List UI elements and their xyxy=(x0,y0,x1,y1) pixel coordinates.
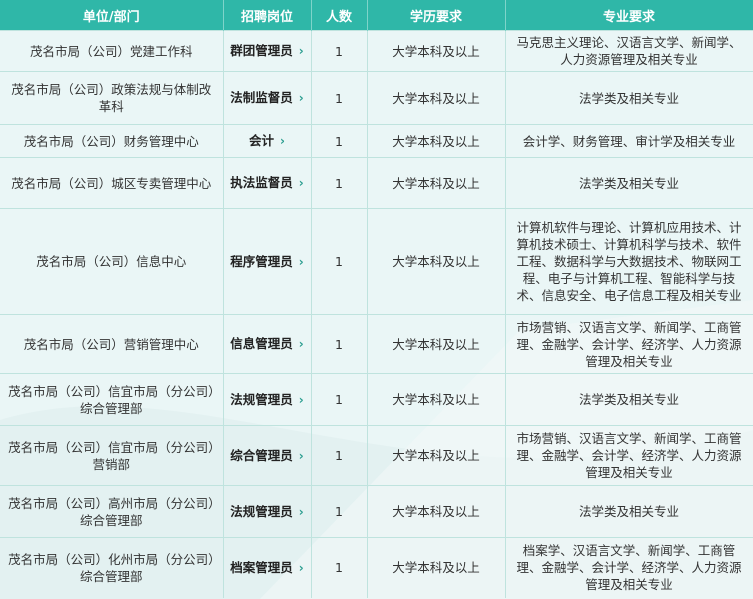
post-label: 会计 xyxy=(249,133,275,148)
cell-count: 1 xyxy=(311,314,368,374)
cell-major: 马克思主义理论、汉语言文学、新闻学、人力资源管理及相关专业 xyxy=(505,30,753,72)
table-header-row: 单位/部门 招聘岗位 人数 学历要求 专业要求 xyxy=(0,0,753,31)
cell-major: 法学类及相关专业 xyxy=(505,71,753,125)
cell-count: 1 xyxy=(311,537,368,598)
cell-unit: 茂名市局（公司）党建工作科 xyxy=(0,30,224,72)
cell-post[interactable]: 程序管理员 › xyxy=(223,208,312,315)
chevron-right-icon: › xyxy=(280,134,285,148)
cell-unit: 茂名市局（公司）高州市局（分公司）综合管理部 xyxy=(0,485,224,538)
header-education: 学历要求 xyxy=(367,0,506,31)
cell-major: 市场营销、汉语言文学、新闻学、工商管理、金融学、会计学、经济学、人力资源管理及相… xyxy=(505,425,753,486)
header-count: 人数 xyxy=(311,0,368,31)
cell-count: 1 xyxy=(311,208,368,315)
post-label: 群团管理员 xyxy=(230,43,293,58)
table-row: 茂名市局（公司）信宜市局（分公司）营销部 综合管理员 › 1 大学本科及以上 市场… xyxy=(0,425,753,486)
cell-unit: 茂名市局（公司）营销管理中心 xyxy=(0,314,224,374)
chevron-right-icon: › xyxy=(298,560,304,575)
cell-education: 大学本科及以上 xyxy=(367,425,506,486)
cell-major: 市场营销、汉语言文学、新闻学、工商管理、金融学、会计学、经济学、人力资源管理及相… xyxy=(505,314,753,374)
post-label: 程序管理员 xyxy=(230,253,293,269)
cell-count: 1 xyxy=(311,30,368,72)
cell-post[interactable]: 群团管理员 › xyxy=(223,30,312,72)
cell-unit: 茂名市局（公司）政策法规与体制改革科 xyxy=(0,71,224,125)
header-major: 专业要求 xyxy=(505,0,753,31)
header-post: 招聘岗位 xyxy=(223,0,312,31)
cell-count: 1 xyxy=(311,157,368,209)
cell-major: 计算机软件与理论、计算机应用技术、计算机技术硕士、计算机科学与技术、软件工程、数… xyxy=(505,208,753,315)
cell-count: 1 xyxy=(311,485,368,538)
post-label: 法规管理员 xyxy=(230,503,293,519)
cell-major: 会计学、财务管理、审计学及相关专业 xyxy=(505,124,753,158)
post-label: 法制监督员 xyxy=(230,90,293,105)
post-label: 档案管理员 xyxy=(230,559,293,575)
cell-education: 大学本科及以上 xyxy=(367,373,506,426)
cell-unit: 茂名市局（公司）信宜市局（分公司）综合管理部 xyxy=(0,373,224,426)
cell-post[interactable]: 信息管理员 › xyxy=(223,314,312,374)
cell-major: 档案学、汉语言文学、新闻学、工商管理、金融学、会计学、经济学、人力资源管理及相关… xyxy=(505,537,753,598)
cell-major: 法学类及相关专业 xyxy=(505,373,753,426)
cell-education: 大学本科及以上 xyxy=(367,71,506,125)
table-row: 茂名市局（公司）政策法规与体制改革科 法制监督员 › 1 大学本科及以上 法学类及… xyxy=(0,71,753,125)
chevron-right-icon: › xyxy=(298,254,304,269)
cell-count: 1 xyxy=(311,124,368,158)
cell-unit: 茂名市局（公司）财务管理中心 xyxy=(0,124,224,158)
chevron-right-icon: › xyxy=(298,337,304,351)
table-row: 茂名市局（公司）党建工作科 群团管理员 › 1 大学本科及以上 马克思主义理论、汉… xyxy=(0,30,753,72)
table-row: 茂名市局（公司）信宜市局（分公司）综合管理部 法规管理员 › 1 大学本科及以上 … xyxy=(0,373,753,426)
header-unit: 单位/部门 xyxy=(0,0,224,31)
table-row: 茂名市局（公司）城区专卖管理中心 执法监督员 › 1 大学本科及以上 法学类及相关… xyxy=(0,157,753,209)
cell-post[interactable]: 综合管理员 › xyxy=(223,425,312,486)
cell-education: 大学本科及以上 xyxy=(367,208,506,315)
post-label: 法规管理员 xyxy=(230,391,293,407)
cell-post[interactable]: 法规管理员 › xyxy=(223,485,312,538)
post-label: 信息管理员 xyxy=(230,336,293,351)
recruitment-table: 单位/部门 招聘岗位 人数 学历要求 专业要求 茂名市局（公司）党建工作科 群团… xyxy=(0,0,753,598)
chevron-right-icon: › xyxy=(298,392,304,407)
table-row: 茂名市局（公司）高州市局（分公司）综合管理部 法规管理员 › 1 大学本科及以上 … xyxy=(0,485,753,538)
cell-post[interactable]: 执法监督员 › xyxy=(223,157,312,209)
cell-count: 1 xyxy=(311,425,368,486)
post-label: 执法监督员 xyxy=(230,175,293,190)
cell-education: 大学本科及以上 xyxy=(367,314,506,374)
cell-education: 大学本科及以上 xyxy=(367,157,506,209)
chevron-right-icon: › xyxy=(298,91,304,105)
cell-unit: 茂名市局（公司）化州市局（分公司）综合管理部 xyxy=(0,537,224,598)
cell-post[interactable]: 会计 › xyxy=(223,124,312,158)
cell-count: 1 xyxy=(311,373,368,426)
chevron-right-icon: › xyxy=(298,44,304,58)
chevron-right-icon: › xyxy=(298,176,304,190)
cell-unit: 茂名市局（公司）信息中心 xyxy=(0,208,224,315)
cell-education: 大学本科及以上 xyxy=(367,537,506,598)
cell-education: 大学本科及以上 xyxy=(367,485,506,538)
table-row: 茂名市局（公司）化州市局（分公司）综合管理部 档案管理员 › 1 大学本科及以上 … xyxy=(0,537,753,598)
cell-education: 大学本科及以上 xyxy=(367,30,506,72)
post-label: 综合管理员 xyxy=(230,447,293,463)
cell-count: 1 xyxy=(311,71,368,125)
table-row: 茂名市局（公司）营销管理中心 信息管理员 › 1 大学本科及以上 市场营销、汉语言… xyxy=(0,314,753,374)
table-row: 茂名市局（公司）财务管理中心 会计 › 1 大学本科及以上 会计学、财务管理、审计… xyxy=(0,124,753,158)
chevron-right-icon: › xyxy=(298,504,304,519)
cell-major: 法学类及相关专业 xyxy=(505,485,753,538)
cell-post[interactable]: 法制监督员 › xyxy=(223,71,312,125)
cell-education: 大学本科及以上 xyxy=(367,124,506,158)
cell-unit: 茂名市局（公司）信宜市局（分公司）营销部 xyxy=(0,425,224,486)
table-row: 茂名市局（公司）信息中心 程序管理员 › 1 大学本科及以上 计算机软件与理论、计… xyxy=(0,208,753,315)
cell-post[interactable]: 法规管理员 › xyxy=(223,373,312,426)
chevron-right-icon: › xyxy=(298,448,304,463)
cell-unit: 茂名市局（公司）城区专卖管理中心 xyxy=(0,157,224,209)
cell-major: 法学类及相关专业 xyxy=(505,157,753,209)
cell-post[interactable]: 档案管理员 › xyxy=(223,537,312,598)
